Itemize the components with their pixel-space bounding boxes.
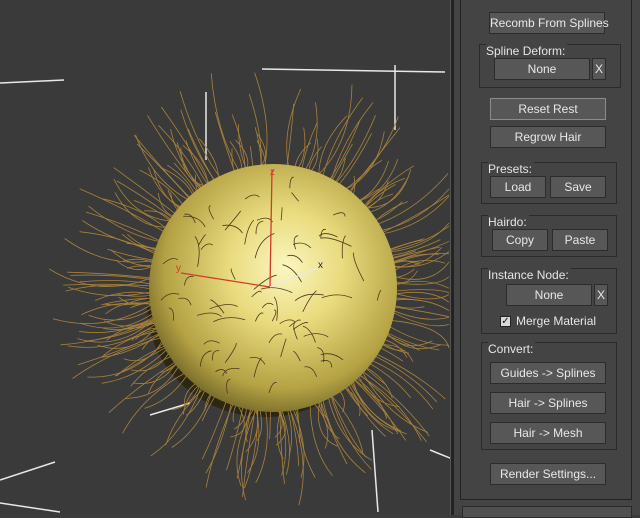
copy-hairdo-button[interactable]: Copy bbox=[492, 229, 548, 251]
hair-strand bbox=[388, 319, 450, 349]
hair-strand bbox=[387, 251, 450, 268]
convert-label: Convert: bbox=[488, 342, 536, 356]
hair-strand bbox=[373, 352, 446, 400]
presets-label: Presets: bbox=[488, 162, 535, 176]
hair-strand bbox=[361, 370, 429, 433]
presets-group: Presets: Load Save bbox=[481, 162, 617, 204]
instance-node-clear-button[interactable]: X bbox=[594, 284, 608, 306]
spline-deform-group: Spline Deform: None X bbox=[479, 44, 621, 88]
recomb-from-splines-button[interactable]: Recomb From Splines bbox=[489, 12, 609, 34]
hair-strand bbox=[79, 231, 155, 254]
viewport-scene: z y x bbox=[0, 65, 450, 513]
spline-deform-clear-button[interactable]: X bbox=[592, 58, 606, 80]
panel-rollout: Recomb From Splines Spline Deform: None … bbox=[460, 0, 632, 500]
spline-deform-picker[interactable]: None bbox=[494, 58, 590, 80]
load-preset-button[interactable]: Load bbox=[490, 176, 546, 198]
hair-strand bbox=[70, 274, 161, 282]
viewport[interactable]: z y x bbox=[0, 0, 450, 515]
hair-strand bbox=[286, 88, 302, 171]
guides-to-splines-button[interactable]: Guides -> Splines bbox=[490, 362, 606, 384]
instance-node-picker[interactable]: None bbox=[506, 284, 592, 306]
hairdo-group: Hairdo: Copy Paste bbox=[481, 215, 617, 257]
save-preset-button[interactable]: Save bbox=[550, 176, 606, 198]
hair-strand bbox=[242, 407, 256, 497]
hair-strand bbox=[342, 131, 385, 192]
instance-node-group: Instance Node: None X ✓ Merge Material bbox=[481, 268, 617, 334]
hair-strand bbox=[396, 289, 450, 294]
hair-strand bbox=[319, 97, 364, 189]
hair-to-splines-button[interactable]: Hair -> Splines bbox=[490, 392, 606, 414]
hairdo-label: Hairdo: bbox=[488, 215, 529, 229]
hair-strand bbox=[107, 248, 156, 261]
hair-strand bbox=[375, 188, 450, 233]
merge-material-checkbox[interactable]: ✓ bbox=[500, 316, 511, 327]
reset-rest-button[interactable]: Reset Rest bbox=[490, 98, 606, 120]
hair-strand bbox=[344, 116, 399, 190]
hair-strand bbox=[356, 158, 399, 202]
hair-strand bbox=[309, 405, 333, 477]
axis-y-label: y bbox=[176, 263, 181, 274]
paste-hairdo-button[interactable]: Paste bbox=[552, 229, 608, 251]
hair-strand bbox=[286, 401, 304, 506]
hair-strand bbox=[355, 365, 430, 437]
hair-strand bbox=[52, 304, 151, 325]
hair-strand bbox=[331, 102, 374, 180]
instance-node-label: Instance Node: bbox=[488, 268, 571, 282]
spline-deform-label: Spline Deform: bbox=[486, 44, 568, 58]
hair-strand bbox=[205, 402, 232, 474]
axis-z-label: z bbox=[270, 167, 275, 178]
regrow-hair-button[interactable]: Regrow Hair bbox=[490, 126, 606, 148]
merge-material-label: Merge Material bbox=[516, 314, 597, 328]
hair-strand bbox=[77, 318, 155, 343]
axis-x-label: x bbox=[318, 260, 323, 271]
next-rollout-header[interactable] bbox=[462, 506, 632, 518]
convert-group: Convert: Guides -> Splines Hair -> Splin… bbox=[481, 342, 617, 450]
hair-to-mesh-button[interactable]: Hair -> Mesh bbox=[490, 422, 606, 444]
hair-strand bbox=[113, 167, 184, 221]
hair-strand bbox=[113, 179, 176, 222]
modifier-panel: Recomb From Splines Spline Deform: None … bbox=[454, 0, 640, 518]
render-settings-button[interactable]: Render Settings... bbox=[490, 463, 606, 485]
